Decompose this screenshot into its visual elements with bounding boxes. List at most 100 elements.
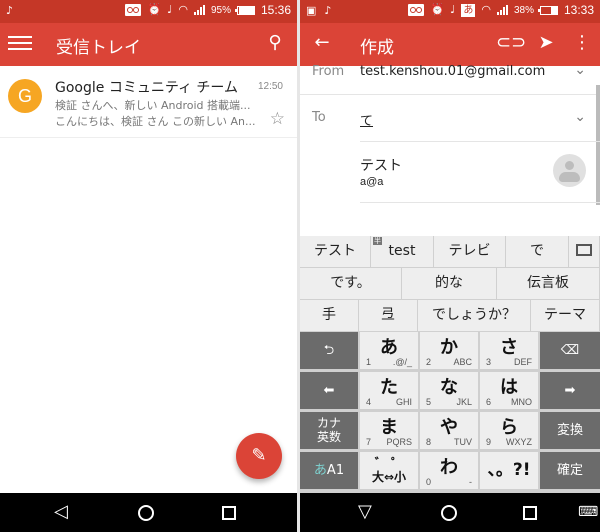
key-kana: か [440,337,458,358]
candidate[interactable]: です。 [300,268,402,299]
page-title: 受信トレイ [56,38,141,58]
contact-suggestion[interactable]: テスト a@a [360,141,600,203]
mail-list-item[interactable]: G Google コミュニティ チーム 12:50 検証 さんへ、新しい And… [0,66,297,138]
alarm-icon: ⏰ [430,3,445,16]
punctuation-key[interactable]: 、。?! [480,452,538,489]
key-ha[interactable]: は 6 MNO [480,372,538,409]
dakuten-size-key[interactable]: ゛ ゜大⇔小 [360,452,418,489]
wifi-icon: ◠ [481,3,491,16]
key-num: 4 [366,397,372,407]
key-kana: ま [380,417,398,438]
key-label: ゛ ゜ [374,456,404,470]
avatar: G [8,79,42,113]
to-input[interactable]: て [360,110,373,129]
cursor-right-key[interactable]: ➡ [540,372,600,409]
backspace-key[interactable]: ⌫ [540,332,600,369]
candidate-row-3: 手 弖 でしょうか？ テーマ [300,300,600,332]
voicemail-icon [125,4,142,16]
key-sa[interactable]: さ 3 DEF [480,332,538,369]
home-icon[interactable] [441,505,457,521]
key-num: 6 [486,397,492,407]
clock: 13:33 [563,3,594,17]
mail-sender: Google コミュニティ チーム [55,80,239,96]
key-kana: ら [500,417,518,438]
key-wa[interactable]: わ 0 - [420,452,478,489]
attach-icon[interactable]: ⊂⊃ [496,32,526,53]
candidate[interactable]: テレビ [434,236,506,267]
mode-switch-key[interactable]: あA1 [300,452,358,489]
contact-avatar-icon [553,154,586,187]
notification-icon: ♪ [324,4,332,17]
candidate[interactable]: 弖 [359,300,418,331]
backspace-icon: ⌫ [560,343,580,358]
convert-key[interactable]: 変換 [540,412,600,449]
key-alpha: MNO [511,397,532,407]
nav-bar: ▽ ⌨ [300,493,600,532]
ime-icon: あ [461,3,476,17]
key-alpha: GHI [395,397,412,407]
battery-percent: 38% [513,4,534,16]
chevron-down-icon[interactable]: ⌄ [574,109,586,125]
candidate-row-1: テスト 半 test テレビ で [300,236,600,268]
key-alpha: .@/_ [392,357,412,367]
candidate[interactable]: テーマ [531,300,600,331]
key-label: 、。?! [487,460,531,480]
key-ta[interactable]: た 4 GHI [360,372,418,409]
candidate[interactable]: 的な [402,268,497,299]
candidate[interactable]: 伝言板 [497,268,600,299]
music-icon: ♩ [450,3,456,16]
confirm-key[interactable]: 確定 [540,452,600,489]
from-label: From [312,64,345,79]
key-a[interactable]: あ 1 .@/_ [360,332,418,369]
key-ma[interactable]: ま 7 PQRS [360,412,418,449]
key-ya[interactable]: や 8 TUV [420,412,478,449]
battery-percent: 95% [210,4,231,16]
key-ka[interactable]: か 2 ABC [420,332,478,369]
search-icon[interactable]: ⚲ [263,32,287,53]
candidate[interactable]: で [506,236,569,267]
status-bar: ♪ ⏰ ♩ ◠ 95% 15:36 [0,0,297,23]
key-num: 2 [426,357,432,367]
more-vert-icon[interactable]: ⋮ [570,32,594,53]
to-label: To [312,110,326,125]
cursor-left-key[interactable]: ⬅ [300,372,358,409]
keyboard-icon[interactable]: ⌨ [578,504,598,520]
candidate[interactable]: でしょうか？ [418,300,531,331]
mail-subject: 検証 さんへ、新しい Android 搭載端... [55,99,251,112]
to-field[interactable]: To て ⌄ [300,95,600,140]
key-kana: な [440,377,458,398]
star-icon[interactable]: ☆ [270,109,285,129]
mode-alnum-label: A1 [326,463,345,478]
chevron-down-icon[interactable]: ⌄ [574,62,586,78]
candidate-text: test [388,243,416,259]
key-num: 5 [426,397,432,407]
undo-key[interactable]: ⮌ [300,332,358,369]
app-bar: 受信トレイ ⚲ [0,23,297,66]
key-num: 0 [426,477,432,487]
home-icon[interactable] [138,505,154,521]
back-icon[interactable]: ◁ [54,501,68,522]
key-ra[interactable]: ら 9 WXYZ [480,412,538,449]
candidate[interactable]: テスト [300,236,371,267]
back-down-icon[interactable]: ▽ [358,501,372,522]
collapse-icon [576,244,592,256]
candidate[interactable]: 半 test [371,236,434,267]
key-label: 大⇔小 [371,470,407,484]
key-num: 3 [486,357,492,367]
key-num: 7 [366,437,372,447]
send-icon[interactable]: ➤ [534,32,558,53]
hamburger-menu-icon[interactable] [8,36,32,50]
voicemail-icon [408,4,425,16]
recents-icon[interactable] [222,506,236,520]
key-na[interactable]: な 5 JKL [420,372,478,409]
kana-eisu-key[interactable]: カナ 英数 [300,412,358,449]
arrow-back-icon[interactable]: ← [310,32,334,53]
recents-icon[interactable] [523,506,537,520]
hankaku-badge: 半 [373,237,382,245]
compose-button[interactable]: ✎ [236,433,282,479]
candidate[interactable]: 手 [300,300,359,331]
status-bar: ▣ ♪ ⏰ ♩ あ ◠ 38% 13:33 [300,0,600,23]
key-label: 確定 [556,463,583,478]
collapse-candidates-button[interactable] [569,236,600,267]
from-field[interactable]: From test.kenshou.01@gmail.com ⌄ [300,60,600,95]
